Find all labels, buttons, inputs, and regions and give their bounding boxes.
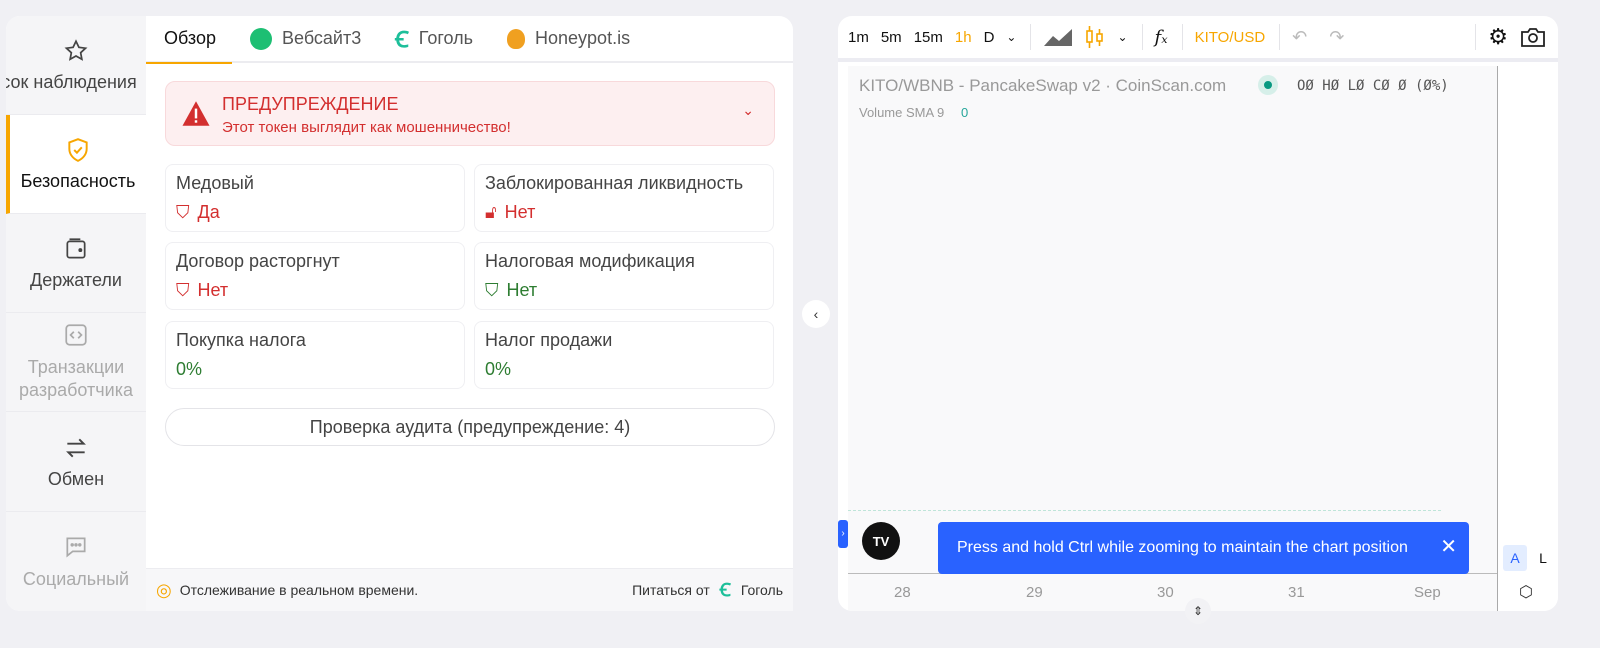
check-renounced: Договор расторгнут ⛉ Нет: [165, 242, 465, 310]
chevron-down-icon[interactable]: ⌄: [1117, 30, 1127, 44]
realtime-icon: ◎: [156, 579, 172, 600]
expand-drawing-toolbar-button[interactable]: ›: [838, 520, 848, 548]
time-tick: 28: [894, 584, 911, 601]
chart-toolbar: 1m 5m 15m 1h D ⌄ ⌄ fₓ KITO/USD ↶ ↷ ⚙: [838, 16, 1558, 62]
sidebar-item-security[interactable]: Безопасность: [6, 115, 146, 214]
pair-button[interactable]: KITO/USD: [1195, 29, 1266, 46]
warning-title: ПРЕДУПРЕЖДЕНИЕ: [222, 94, 399, 114]
volume-label: Volume SMA 9: [859, 105, 945, 120]
check-locked-liquidity: Заблокированная ликвидность 🔓︎ Нет: [474, 164, 774, 232]
market-status-icon: [1258, 75, 1278, 95]
time-tick: 29: [1026, 584, 1043, 601]
candles-icon[interactable]: [1085, 25, 1105, 49]
chat-icon: [66, 536, 86, 557]
shield-check-icon: [68, 137, 88, 162]
gogol-logo-icon: Ꞓ: [395, 26, 409, 52]
sidebar: сок наблюдения Безопасность Держатели Тр…: [6, 16, 146, 611]
tab-overview[interactable]: Обзор: [146, 16, 232, 64]
sidebar-item-holders[interactable]: Держатели: [6, 214, 146, 313]
warning-message: Этот токен выглядит как мошенничество!: [222, 119, 511, 136]
price-axis[interactable]: A L ⬡: [1497, 66, 1558, 611]
indicators-fx-icon[interactable]: fₓ: [1155, 27, 1168, 48]
interval-1m[interactable]: 1m: [848, 29, 869, 46]
time-tick: 30: [1157, 584, 1174, 601]
code-icon: [65, 324, 87, 346]
sidebar-item-dev-transactions[interactable]: Транзакции разработчика: [6, 313, 146, 412]
redo-icon[interactable]: ↷: [1329, 27, 1344, 48]
shield-off-icon: ⛉: [176, 280, 190, 300]
wallet-icon: [66, 237, 86, 259]
sidebar-item-social[interactable]: Социальный: [6, 513, 146, 611]
check-buy-tax: Покупка налога 0%: [165, 321, 465, 389]
collapse-panel-button[interactable]: ‹: [802, 300, 830, 328]
log-scale-button[interactable]: L: [1531, 545, 1555, 571]
auto-scale-button[interactable]: A: [1503, 545, 1527, 571]
chevron-down-icon[interactable]: ⌄: [1006, 30, 1016, 44]
chart-canvas[interactable]: KITO/WBNB - PancakeSwap v2 · CoinScan.co…: [848, 66, 1497, 573]
undo-icon[interactable]: ↶: [1292, 27, 1307, 48]
chart-title: KITO/WBNB - PancakeSwap v2 · CoinScan.co…: [859, 76, 1227, 95]
tab-bar: Обзор Вебсайт3 Ꞓ Гоголь Honeypot.is: [146, 16, 793, 64]
interval-d[interactable]: D: [984, 29, 995, 46]
gogol-logo-icon: Ꞓ: [719, 580, 731, 600]
interval-15m[interactable]: 15m: [914, 29, 943, 46]
settings-hex-icon[interactable]: ⬡: [1519, 582, 1533, 602]
gear-icon[interactable]: ⚙: [1488, 24, 1508, 50]
unlock-icon: 🔓︎: [485, 202, 497, 222]
check-sell-tax: Налог продажи 0%: [474, 321, 774, 389]
gogol-link[interactable]: Гоголь: [741, 582, 783, 598]
shield-off-icon: ⛉: [176, 202, 190, 222]
sidebar-item-swap[interactable]: Обмен: [6, 413, 146, 512]
volume-value: 0: [961, 105, 969, 120]
tab-website3[interactable]: Вебсайт3: [250, 16, 361, 62]
honey-pot-icon: [507, 28, 526, 49]
warning-triangle-icon: [182, 101, 210, 126]
zoom-hint-toast: Press and hold Ctrl while zooming to mai…: [938, 522, 1469, 574]
sidebar-item-watchlist[interactable]: сок наблюдения: [6, 16, 146, 115]
camera-icon[interactable]: [1520, 26, 1546, 48]
area-chart-icon[interactable]: [1043, 27, 1073, 47]
volume-baseline: [848, 510, 1441, 511]
time-tick: 31: [1288, 584, 1305, 601]
website3-logo-icon: [250, 27, 272, 50]
interval-5m[interactable]: 5m: [881, 29, 902, 46]
time-tick: Sep: [1414, 584, 1441, 601]
star-icon: [64, 38, 88, 61]
tab-honeypot[interactable]: Honeypot.is: [507, 16, 630, 62]
interval-1h[interactable]: 1h: [955, 29, 972, 46]
time-axis[interactable]: 28 29 30 31 Sep: [848, 573, 1497, 611]
shield-check-icon: ⛉: [485, 280, 499, 300]
chevron-down-icon[interactable]: ⌄: [742, 102, 754, 119]
swap-icon: [66, 438, 86, 457]
check-tax-modification: Налоговая модификация ⛉ Нет: [474, 242, 774, 310]
footer: ◎ Отслеживание в реальном времени. Питат…: [146, 568, 793, 611]
warning-banner[interactable]: ПРЕДУПРЕЖДЕНИЕ Этот токен выглядит как м…: [165, 81, 775, 146]
audit-check-button[interactable]: Проверка аудита (предупреждение: 4): [165, 408, 775, 446]
close-icon[interactable]: ✕: [1440, 534, 1457, 559]
resize-handle-icon[interactable]: ⇕: [1185, 598, 1211, 624]
check-honeypot: Медовый ⛉ Да: [165, 164, 465, 232]
tab-gogol[interactable]: Ꞓ Гоголь: [395, 16, 473, 62]
tradingview-logo[interactable]: TV: [862, 522, 900, 560]
ohlc-readout: OØ HØ LØ CØ Ø (Ø%): [1297, 78, 1449, 94]
